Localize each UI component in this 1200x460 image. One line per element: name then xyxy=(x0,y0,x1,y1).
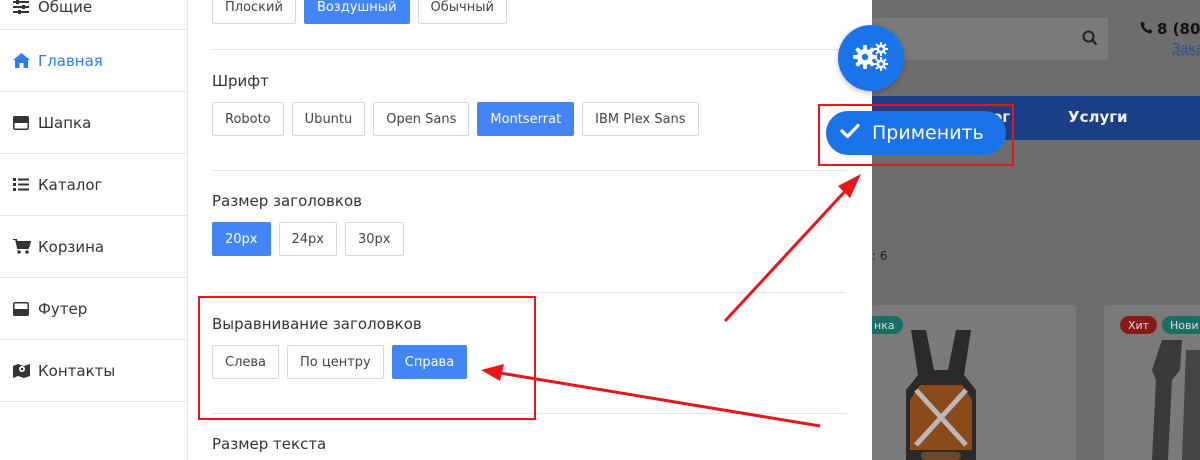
style-section: Плоский Воздушный Обычный xyxy=(212,0,846,24)
divider xyxy=(212,49,846,50)
product-image xyxy=(1152,340,1200,460)
sidebar-item-label: Футер xyxy=(38,299,88,318)
order-call-link[interactable]: Зака xyxy=(1172,42,1200,57)
sliders-icon xyxy=(13,0,33,14)
sidebar-item-general[interactable]: Общие xyxy=(0,0,187,30)
font-option-ibm-plex-sans[interactable]: IBM Plex Sans xyxy=(582,102,699,136)
heading-size-option-20[interactable]: 20px xyxy=(212,222,271,256)
phone-icon xyxy=(1140,20,1153,38)
font-option-open-sans[interactable]: Open Sans xyxy=(373,102,470,136)
phone-number[interactable]: 8 (80 xyxy=(1140,20,1200,38)
annotation-box-alignment xyxy=(198,296,536,420)
products-count: : 6 xyxy=(872,249,888,263)
search-icon[interactable] xyxy=(1082,30,1098,50)
backpack-image xyxy=(906,330,976,460)
text-size-section: Размер текста xyxy=(212,435,846,460)
map-icon xyxy=(13,363,33,378)
heading-size-option-30[interactable]: 30px xyxy=(345,222,404,256)
text-size-title: Размер текста xyxy=(212,435,327,453)
style-option-normal[interactable]: Обычный xyxy=(417,0,507,24)
badge-hit: Хит xyxy=(1120,316,1158,334)
home-icon xyxy=(13,53,33,68)
divider xyxy=(212,292,846,293)
font-section: Шрифт Roboto Ubuntu Open Sans Montserrat… xyxy=(212,72,846,136)
sidebar-item-home[interactable]: Главная xyxy=(0,30,187,92)
phone-text: 8 (80 xyxy=(1157,20,1200,38)
sidebar-item-catalog[interactable]: Каталог xyxy=(0,154,187,216)
footer-icon xyxy=(13,301,33,316)
font-option-montserrat[interactable]: Montserrat xyxy=(477,102,575,136)
sidebar-item-label: Шапка xyxy=(38,113,92,132)
style-option-airy[interactable]: Воздушный xyxy=(303,0,410,24)
badge-new: Нови xyxy=(1162,316,1200,334)
settings-gear-button[interactable] xyxy=(838,25,904,91)
sidebar-item-contacts[interactable]: Контакты xyxy=(0,340,187,402)
header-icon xyxy=(13,115,33,130)
gears-icon xyxy=(852,41,890,75)
sidebar-item-label: Каталог xyxy=(38,175,103,194)
style-option-flat[interactable]: Плоский xyxy=(212,0,296,24)
heading-size-section: Размер заголовков 20px 24px 30px xyxy=(212,192,846,256)
nav-item-services[interactable]: Услуги xyxy=(1068,108,1128,126)
heading-size-title: Размер заголовков xyxy=(212,192,362,210)
font-option-roboto[interactable]: Roboto xyxy=(212,102,284,136)
list-icon xyxy=(13,178,33,191)
sidebar-item-cart[interactable]: Корзина xyxy=(0,216,187,278)
sidebar-item-label: Контакты xyxy=(38,361,116,380)
sidebar-item-label: Главная xyxy=(38,51,103,70)
sidebar-item-footer[interactable]: Футер xyxy=(0,278,187,340)
font-option-ubuntu[interactable]: Ubuntu xyxy=(291,102,366,136)
cart-icon xyxy=(13,239,33,254)
font-section-title: Шрифт xyxy=(212,72,269,90)
divider xyxy=(212,170,846,171)
heading-size-option-24[interactable]: 24px xyxy=(278,222,337,256)
annotation-box-apply xyxy=(818,104,1014,166)
sidebar-item-header[interactable]: Шапка xyxy=(0,92,187,154)
search-input[interactable] xyxy=(872,18,1108,60)
sidebar-item-label: Корзина xyxy=(38,237,105,256)
settings-sidebar: Общие Главная Шапка Каталог Корзина Футе… xyxy=(0,0,188,460)
sidebar-item-label: Общие xyxy=(38,0,93,16)
site-preview: 8 (80 Зака ог Услуги : 6 нка Хит Нови xyxy=(872,0,1200,460)
